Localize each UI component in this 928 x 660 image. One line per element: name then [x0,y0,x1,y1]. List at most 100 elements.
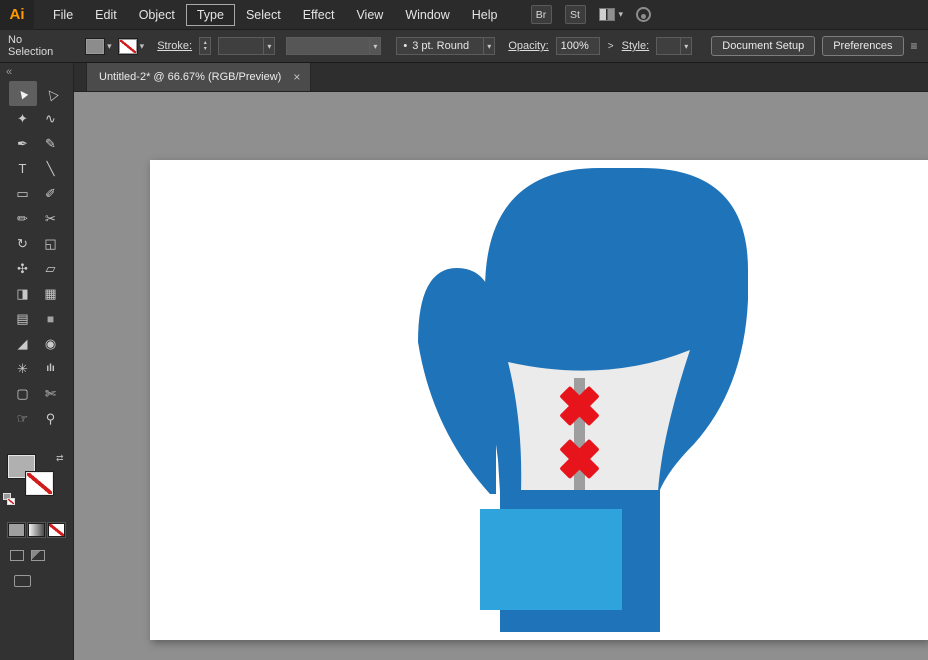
document-setup-button[interactable]: Document Setup [711,36,816,56]
fill-swatch-icon [86,38,105,54]
menu-select[interactable]: Select [235,4,292,26]
tool-zoom[interactable]: ⚲ [37,406,65,431]
menubar-right: Br St ▾ [530,5,652,24]
tool-free-transform[interactable]: ▱ [37,256,65,281]
tool-magic-wand[interactable]: ✦ [9,106,37,131]
tool-scale[interactable]: ◱ [37,231,65,256]
menu-help[interactable]: Help [461,4,509,26]
document-tab[interactable]: Untitled-2* @ 66.67% (RGB/Preview) × [86,63,312,91]
tool-symbol-sprayer[interactable]: ✳ [9,356,37,381]
tool-paintbrush[interactable]: ✐ [37,181,65,206]
chevron-down-icon: ▾ [369,38,380,54]
draw-normal-icon[interactable] [10,550,24,561]
style-dropdown[interactable]: ▾ [656,37,693,55]
tool-direct-selection[interactable]: △ [37,81,65,106]
paint-mode-buttons [8,523,73,537]
tool-rectangle[interactable]: ▭ [9,181,37,206]
tool-pen[interactable]: ✒ [9,131,37,156]
eyedropper-tool-icon: ◢ [17,336,28,351]
stock-button[interactable]: St [564,5,586,24]
tool-mesh[interactable]: ▤ [9,306,37,331]
cc-sync-icon[interactable] [636,7,652,22]
zoom-tool-icon: ⚲ [45,411,56,426]
opacity-label[interactable]: Opacity: [508,40,548,52]
preferences-button[interactable]: Preferences [822,36,904,56]
brush-definition-dropdown[interactable]: • 3 pt. Round ▾ [396,37,496,55]
tool-column-graph[interactable]: ılı [37,356,65,381]
stroke-none-swatch-icon [118,38,137,54]
tool-eyedropper[interactable]: ◢ [9,331,37,356]
menu-view[interactable]: View [345,4,394,26]
mesh-tool-icon: ▤ [16,311,29,326]
tools-panel: « ▲ △ ✦ ∿ ✒ ✎ T ╲ ▭ ✐ ✏ ✂ ↻ ◱ ✣ ▱ ◨ ▦ ▤ … [0,63,74,660]
stroke-label[interactable]: Stroke: [157,40,192,52]
stroke-color-dropdown[interactable]: ▾ [118,38,144,54]
tool-type[interactable]: T [9,156,37,181]
style-label[interactable]: Style: [622,40,650,52]
menu-edit[interactable]: Edit [84,4,128,26]
direct-selection-tool-icon: △ [41,84,60,103]
chevron-down-icon: ▾ [680,38,691,54]
workspace-icon [598,8,615,21]
close-icon[interactable]: × [293,70,300,84]
paintbrush-tool-icon: ✐ [45,186,56,201]
tool-slice[interactable]: ✄ [37,381,65,406]
change-screen-mode-icon[interactable] [14,575,31,587]
curvature-tool-icon: ✎ [45,136,56,151]
tool-shape-builder[interactable]: ◨ [9,281,37,306]
tool-scissors[interactable]: ✂ [37,206,65,231]
selection-tool-icon: ▲ [12,83,33,104]
menu-file[interactable]: File [42,4,84,26]
artboard[interactable] [150,160,928,640]
canvas-area[interactable] [74,92,928,660]
default-fill-stroke-icon[interactable] [3,493,16,506]
tool-perspective-grid[interactable]: ▦ [37,281,65,306]
color-button[interactable] [8,523,25,537]
slice-tool-icon: ✄ [45,386,56,401]
scale-tool-icon: ◱ [44,236,57,251]
tool-artboard[interactable]: ▢ [9,381,37,406]
draw-behind-icon[interactable] [31,550,45,561]
selection-status: No Selection [8,34,54,58]
scissors-tool-icon: ✂ [45,211,56,226]
tool-hand[interactable]: ☞ [9,406,37,431]
bridge-button[interactable]: Br [530,5,552,24]
menu-effect[interactable]: Effect [292,4,346,26]
stroke-proxy-swatch[interactable] [26,472,53,495]
tool-lasso[interactable]: ∿ [37,106,65,131]
rectangle-tool-icon: ▭ [16,186,29,201]
drawing-mode-buttons [10,550,73,561]
fill-color-dropdown[interactable]: ▾ [86,38,112,54]
tool-gradient[interactable]: ■ [37,306,65,331]
opacity-input[interactable]: 100% [555,37,600,55]
tool-rotate[interactable]: ↻ [9,231,37,256]
tool-blend[interactable]: ◉ [37,331,65,356]
lasso-tool-icon: ∿ [45,111,56,126]
boxing-glove-illustration [418,168,748,632]
glove-thumb-shape[interactable] [418,268,496,494]
opacity-panel-arrow-icon[interactable]: > [607,41,615,52]
magic-wand-tool-icon: ✦ [17,111,28,126]
shaper-tool-icon: ✏ [17,211,28,226]
blend-tool-icon: ◉ [44,336,57,351]
menu-type[interactable]: Type [185,3,235,26]
tool-curvature[interactable]: ✎ [37,131,65,156]
gradient-button[interactable] [28,523,45,537]
stroke-weight-stepper[interactable]: ▴ ▾ [199,37,212,55]
tool-selection[interactable]: ▲ [8,81,37,106]
tool-shaper[interactable]: ✏ [9,206,37,231]
stroke-weight-dropdown[interactable]: ▾ [218,37,276,55]
control-panel-menu-icon[interactable]: ≡ [911,39,920,53]
menu-object[interactable]: Object [128,4,186,26]
brush-value: 3 pt. Round [412,40,470,52]
menu-window[interactable]: Window [394,4,460,26]
wrist-band-shape[interactable] [480,509,622,610]
tool-line-segment[interactable]: ╲ [37,156,65,181]
none-button[interactable] [48,523,65,537]
variable-width-dropdown: ▾ [286,37,382,55]
collapse-panel-icon[interactable]: « [6,66,12,78]
stepper-down-icon: ▾ [203,46,207,52]
workspace-switcher[interactable]: ▾ [598,8,623,21]
tool-width[interactable]: ✣ [9,256,37,281]
swap-fill-stroke-icon[interactable]: ⇄ [56,453,64,464]
